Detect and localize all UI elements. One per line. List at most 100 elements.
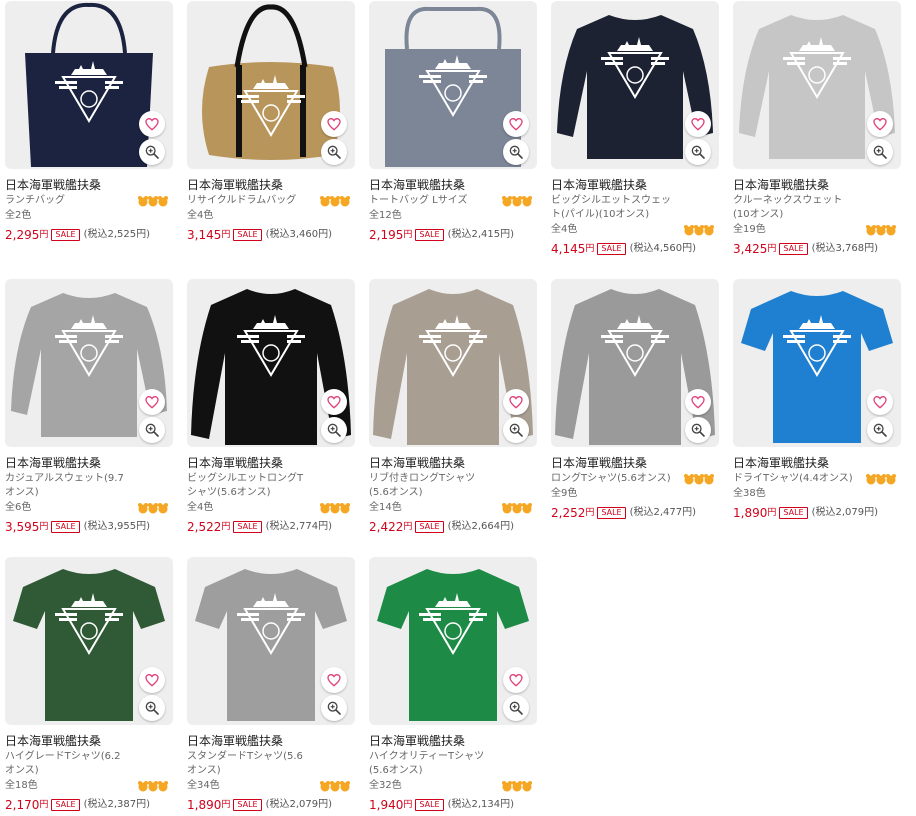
favorite-button[interactable]: [867, 389, 893, 415]
product-image[interactable]: [551, 279, 719, 447]
product-title[interactable]: 日本海軍戦艦扶桑: [5, 177, 173, 193]
product-card[interactable]: 日本海軍戦艦扶桑 ハイグレードTシャツ(6.2オンス) 全18色 2,170 円 S…: [5, 557, 173, 813]
favorite-button[interactable]: [503, 111, 529, 137]
product-card[interactable]: 日本海軍戦艦扶桑 リブ付きロングTシャツ(5.6オンス) 全14色 2,422 円…: [369, 279, 537, 535]
heart-icon: [327, 673, 341, 687]
product-card[interactable]: 日本海軍戦艦扶桑 トートバッグ Lサイズ 全12色 2,195 円 SALE (税込2…: [369, 1, 537, 243]
zoom-button[interactable]: [139, 417, 165, 443]
product-title[interactable]: 日本海軍戦艦扶桑: [369, 177, 537, 193]
tax-included-price: (税込3,768円): [811, 243, 879, 254]
favorite-button[interactable]: [503, 389, 529, 415]
zoom-button[interactable]: [503, 695, 529, 721]
zoom-button[interactable]: [321, 417, 347, 443]
zoom-button[interactable]: [503, 417, 529, 443]
product-subtitle[interactable]: リブ付きロングTシャツ(5.6オンス): [369, 472, 537, 500]
product-image[interactable]: [5, 279, 173, 447]
product-title[interactable]: 日本海軍戦艦扶桑: [733, 177, 901, 193]
product-subtitle[interactable]: クルーネックスウェット(10オンス): [733, 194, 901, 222]
product-card[interactable]: 日本海軍戦艦扶桑 カジュアルスウェット(9.7オンス) 全6色 3,595 円 SA…: [5, 279, 173, 535]
tax-included-price: (税込2,664円): [447, 521, 515, 532]
tax-included-price: (税込2,415円): [447, 229, 515, 240]
product-card[interactable]: 日本海軍戦艦扶桑 ビッグシルエットロングTシャツ(5.6オンス) 全4色 2,5…: [187, 279, 355, 535]
product-title[interactable]: 日本海軍戦艦扶桑: [5, 455, 173, 471]
zoom-button[interactable]: [321, 139, 347, 165]
product-subtitle[interactable]: ハイグレードTシャツ(6.2オンス): [5, 750, 173, 778]
zoom-button[interactable]: [685, 139, 711, 165]
zoom-button[interactable]: [321, 695, 347, 721]
product-image[interactable]: [187, 279, 355, 447]
product-image[interactable]: [5, 557, 173, 725]
rating-bears: [138, 780, 169, 792]
product-card[interactable]: 日本海軍戦艦扶桑 ドライTシャツ(4.4オンス) 全38色 1,890 円 SALE…: [733, 279, 901, 521]
product-title[interactable]: 日本海軍戦艦扶桑: [369, 733, 537, 749]
product-info: 日本海軍戦艦扶桑 クルーネックスウェット(10オンス) 全19色 3,425 円 S…: [733, 169, 901, 257]
rating-bears: [320, 502, 351, 514]
magnifier-plus-icon: [145, 145, 159, 159]
currency-suffix: 円: [585, 508, 595, 518]
product-title[interactable]: 日本海軍戦艦扶桑: [187, 177, 355, 193]
price-row: 3,595 円 SALE (税込3,955円): [5, 519, 173, 535]
product-subtitle[interactable]: スタンダードTシャツ(5.6オンス): [187, 750, 355, 778]
product-image[interactable]: [551, 1, 719, 169]
product-card[interactable]: 日本海軍戦艦扶桑 スタンダードTシャツ(5.6オンス) 全34色 1,890 円 S…: [187, 557, 355, 813]
tax-included-price: (税込2,477円): [629, 507, 697, 518]
zoom-button[interactable]: [685, 417, 711, 443]
currency-suffix: 円: [221, 522, 231, 532]
currency-suffix: 円: [39, 800, 49, 810]
product-image[interactable]: [187, 557, 355, 725]
zoom-button[interactable]: [867, 417, 893, 443]
product-title[interactable]: 日本海軍戦艦扶桑: [187, 733, 355, 749]
favorite-button[interactable]: [685, 111, 711, 137]
product-image[interactable]: [369, 557, 537, 725]
product-image[interactable]: [187, 1, 355, 169]
rating-bears: [502, 502, 533, 514]
heart-icon: [873, 117, 887, 131]
favorite-button[interactable]: [503, 667, 529, 693]
product-title[interactable]: 日本海軍戦艦扶桑: [369, 455, 537, 471]
product-title[interactable]: 日本海軍戦艦扶桑: [733, 455, 901, 471]
sale-price: 3,145: [187, 228, 222, 242]
product-card[interactable]: 日本海軍戦艦扶桑 ランチバッグ 全2色 2,295 円 SALE (税込2,525円): [5, 1, 173, 243]
heart-icon: [145, 673, 159, 687]
product-title[interactable]: 日本海軍戦艦扶桑: [187, 455, 355, 471]
zoom-button[interactable]: [139, 695, 165, 721]
price-row: 1,890 円 SALE (税込2,079円): [187, 797, 355, 813]
product-subtitle[interactable]: ハイクオリティーTシャツ(5.6オンス): [369, 750, 537, 778]
product-subtitle[interactable]: ビッグシルエットロングTシャツ(5.6オンス): [187, 472, 355, 500]
zoom-button[interactable]: [503, 139, 529, 165]
bear-icon: [522, 196, 532, 207]
magnifier-plus-icon: [327, 145, 341, 159]
product-title[interactable]: 日本海軍戦艦扶桑: [551, 455, 719, 471]
product-subtitle[interactable]: ビッグシルエットスウェット(パイル)(10オンス): [551, 194, 719, 222]
zoom-button[interactable]: [867, 139, 893, 165]
magnifier-plus-icon: [509, 423, 523, 437]
color-count: 全4色: [187, 210, 214, 221]
favorite-button[interactable]: [321, 111, 347, 137]
product-card[interactable]: 日本海軍戦艦扶桑 ロングTシャツ(5.6オンス) 全9色 2,252 円 SALE(…: [551, 279, 719, 521]
favorite-button[interactable]: [139, 111, 165, 137]
product-title[interactable]: 日本海軍戦艦扶桑: [5, 733, 173, 749]
product-image[interactable]: [5, 1, 173, 169]
favorite-button[interactable]: [867, 111, 893, 137]
product-card[interactable]: 日本海軍戦艦扶桑 ハイクオリティーTシャツ(5.6オンス) 全32色 1,940…: [369, 557, 537, 813]
product-image[interactable]: [369, 1, 537, 169]
product-card[interactable]: 日本海軍戦艦扶桑 リサイクルドラムバッグ 全4色 3,145 円 SALE (税込3,…: [187, 1, 355, 243]
favorite-button[interactable]: [685, 389, 711, 415]
favorite-button[interactable]: [321, 667, 347, 693]
product-card[interactable]: 日本海軍戦艦扶桑 クルーネックスウェット(10オンス) 全19色 3,425 円 S…: [733, 1, 901, 257]
price-row: 2,522 円 SALE (税込2,774円): [187, 519, 355, 535]
heart-icon: [145, 117, 159, 131]
product-image[interactable]: [369, 279, 537, 447]
favorite-button[interactable]: [321, 389, 347, 415]
product-image[interactable]: [733, 1, 901, 169]
zoom-button[interactable]: [139, 139, 165, 165]
favorite-button[interactable]: [139, 389, 165, 415]
product-card[interactable]: 日本海軍戦艦扶桑 ビッグシルエットスウェット(パイル)(10オンス) 全4色 4…: [551, 1, 719, 257]
magnifier-plus-icon: [145, 423, 159, 437]
product-image[interactable]: [733, 279, 901, 447]
product-title[interactable]: 日本海軍戦艦扶桑: [551, 177, 719, 193]
favorite-button[interactable]: [139, 667, 165, 693]
magnifier-plus-icon: [691, 145, 705, 159]
magnifier-plus-icon: [145, 701, 159, 715]
product-subtitle[interactable]: カジュアルスウェット(9.7オンス): [5, 472, 173, 500]
